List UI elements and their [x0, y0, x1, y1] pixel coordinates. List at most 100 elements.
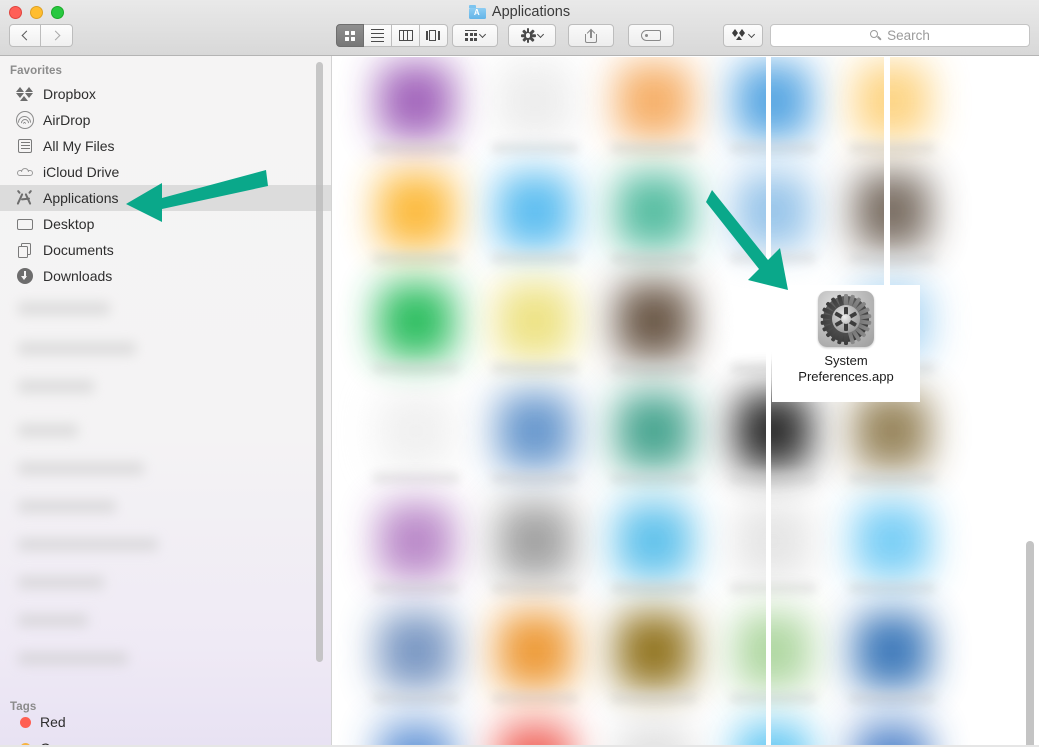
column-view-button[interactable]	[392, 24, 420, 47]
search-input[interactable]: Search	[770, 24, 1030, 47]
share-button[interactable]	[568, 24, 614, 47]
file-item-label	[611, 253, 697, 263]
file-item[interactable]	[595, 497, 713, 613]
file-item[interactable]	[357, 497, 475, 613]
all-my-files-icon	[16, 137, 34, 155]
file-item-label	[849, 253, 935, 263]
file-item-icon	[378, 723, 454, 747]
sidebar-item-documents[interactable]: Documents	[0, 237, 331, 263]
file-item[interactable]	[833, 387, 951, 503]
chevron-down-icon	[478, 30, 486, 39]
file-item[interactable]	[714, 497, 832, 613]
file-item-icon	[735, 393, 811, 469]
file-item-icon	[378, 613, 454, 689]
file-item-icon	[854, 393, 930, 469]
file-item[interactable]	[357, 607, 475, 723]
file-item-icon	[378, 503, 454, 579]
file-item[interactable]	[595, 607, 713, 723]
file-grid-area[interactable]: System Preferences.app	[333, 57, 1039, 747]
file-item[interactable]	[833, 57, 951, 173]
tag-group	[628, 24, 674, 47]
dropbox-icon	[16, 85, 34, 103]
file-item-icon	[854, 613, 930, 689]
finder-window: A Applications Search Favorites Dropbox …	[0, 0, 1039, 747]
icon-view-button[interactable]	[336, 24, 364, 47]
file-item[interactable]	[476, 277, 594, 393]
file-item[interactable]	[476, 607, 594, 723]
file-item-label	[492, 693, 578, 703]
file-item[interactable]	[833, 167, 951, 283]
content-scrollbar[interactable]	[1026, 541, 1034, 747]
file-item[interactable]	[476, 497, 594, 613]
file-item-icon	[735, 613, 811, 689]
file-item[interactable]	[595, 167, 713, 283]
file-item-icon	[497, 393, 573, 469]
file-item-label	[373, 693, 459, 703]
forward-button[interactable]	[41, 24, 73, 47]
action-button[interactable]	[508, 24, 556, 47]
share-group	[568, 24, 614, 47]
file-item-icon	[378, 63, 454, 139]
tag-button[interactable]	[628, 24, 674, 47]
sidebar[interactable]: Favorites Dropbox AirDrop All My Files i…	[0, 56, 332, 747]
file-item[interactable]	[833, 497, 951, 613]
file-item-icon	[854, 503, 930, 579]
file-item[interactable]	[476, 57, 594, 173]
file-item[interactable]	[714, 57, 832, 173]
sidebar-item-applications[interactable]: Applications	[0, 185, 331, 211]
arrange-group	[452, 24, 498, 47]
sidebar-item-desktop[interactable]: Desktop	[0, 211, 331, 237]
sidebar-item-tag-red[interactable]: Red	[0, 709, 331, 735]
file-item[interactable]	[595, 717, 713, 747]
sidebar-item-label: Dropbox	[43, 86, 96, 102]
file-item[interactable]	[357, 717, 475, 747]
file-item[interactable]	[595, 57, 713, 173]
file-item-label	[373, 583, 459, 593]
sidebar-item-label: Downloads	[43, 268, 113, 284]
sidebar-scrollbar[interactable]	[316, 62, 323, 662]
file-item[interactable]	[714, 607, 832, 723]
file-item-system-preferences[interactable]: System Preferences.app	[772, 285, 920, 402]
back-button[interactable]	[9, 24, 41, 47]
file-item[interactable]	[714, 717, 832, 747]
sidebar-item-label: All My Files	[43, 138, 115, 154]
sidebar-item-icloud-drive[interactable]: iCloud Drive	[0, 159, 331, 185]
file-item[interactable]	[357, 57, 475, 173]
file-item[interactable]	[476, 387, 594, 503]
arrange-button[interactable]	[452, 24, 498, 47]
file-item-icon	[616, 63, 692, 139]
dropbox-button[interactable]	[723, 24, 763, 47]
file-item[interactable]	[357, 167, 475, 283]
file-item-icon	[497, 613, 573, 689]
file-item[interactable]	[833, 607, 951, 723]
sidebar-item-airdrop[interactable]: AirDrop	[0, 107, 331, 133]
sidebar-item-label: Desktop	[43, 216, 95, 232]
cover-flow-view-button[interactable]	[420, 24, 448, 47]
sidebar-section-header-favorites: Favorites	[10, 65, 63, 77]
file-item-label	[373, 143, 459, 153]
file-item-icon	[735, 173, 811, 249]
file-item-label	[730, 143, 816, 153]
file-item[interactable]	[833, 717, 951, 747]
list-view-button[interactable]	[364, 24, 392, 47]
file-item-label	[373, 473, 459, 483]
file-item[interactable]	[714, 167, 832, 283]
file-item-label	[849, 143, 935, 153]
file-item[interactable]	[714, 387, 832, 503]
file-item-label	[611, 473, 697, 483]
sidebar-item-all-my-files[interactable]: All My Files	[0, 133, 331, 159]
file-item[interactable]	[595, 277, 713, 393]
file-item-label	[492, 253, 578, 263]
file-item[interactable]	[595, 387, 713, 503]
file-item[interactable]	[476, 167, 594, 283]
file-item[interactable]	[476, 717, 594, 747]
file-item-icon	[854, 63, 930, 139]
file-item[interactable]	[357, 387, 475, 503]
file-item[interactable]	[357, 277, 475, 393]
file-item-label-line1: System	[824, 353, 868, 368]
applications-folder-icon: A	[468, 5, 486, 19]
file-item-icon	[854, 723, 930, 747]
sidebar-item-dropbox[interactable]: Dropbox	[0, 81, 331, 107]
sidebar-item-label: Red	[40, 714, 66, 730]
downloads-icon	[16, 267, 34, 285]
